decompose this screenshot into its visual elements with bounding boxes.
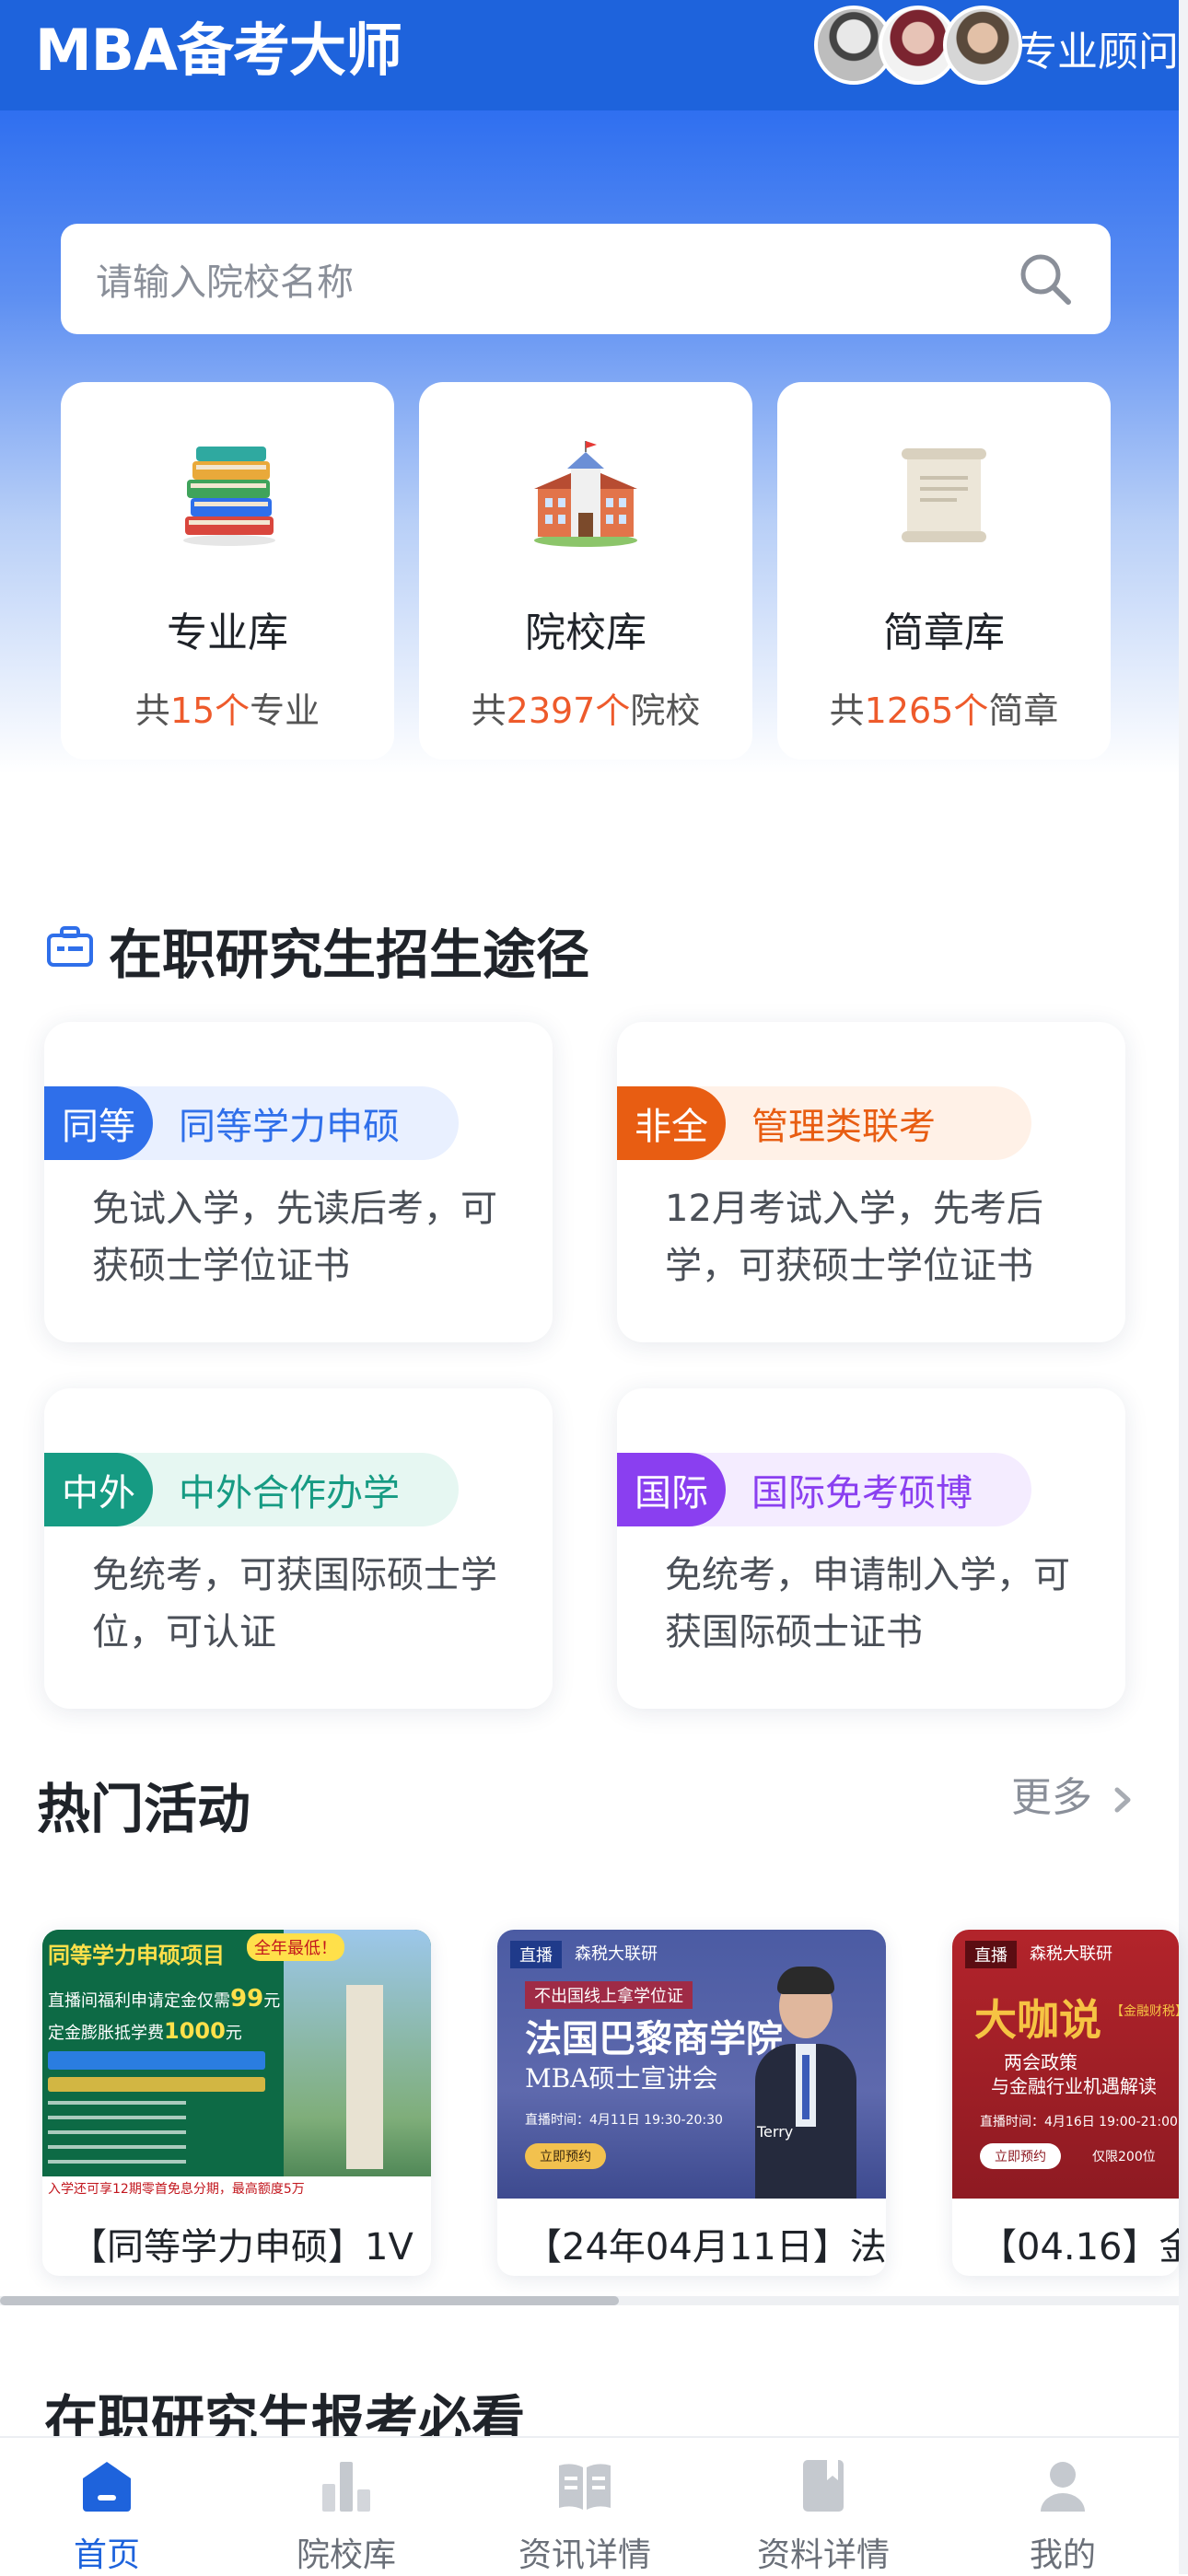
home-icon bbox=[83, 2462, 131, 2512]
banner-line: 直播间福利申请定金仅需99元 bbox=[48, 1985, 281, 2013]
event-banner: 直播 森税大联研 大咖说 【金融财税】 两会政策 与金融行业机遇解读 直播时间：… bbox=[952, 1930, 1179, 2199]
live-badge: 直播 bbox=[965, 1941, 1017, 1968]
route-card-sino-foreign[interactable]: 中外 中外合作办学 免统考，可获国际硕士学位，可认证 bbox=[44, 1388, 553, 1709]
tab-profile[interactable]: 我的 bbox=[971, 2456, 1155, 2576]
tab-label: 院校库 bbox=[296, 2536, 396, 2574]
more-link[interactable]: 更多 bbox=[1011, 1764, 1135, 1823]
library-count: 共15个专业 bbox=[134, 690, 320, 731]
event-card[interactable]: 直播 森税大联研 大咖说 【金融财税】 两会政策 与金融行业机遇解读 直播时间：… bbox=[952, 1930, 1179, 2276]
event-title: 【24年04月11日】法 bbox=[525, 2226, 886, 2269]
tab-label: 资料详情 bbox=[756, 2536, 890, 2574]
scroll-edge bbox=[1179, 0, 1188, 2574]
route-tag: 同等 bbox=[44, 1086, 153, 1160]
route-label: 管理类联考 bbox=[751, 1106, 936, 1148]
tab-label: 首页 bbox=[73, 2536, 140, 2574]
banner-headline: MBA硕士宣讲会 bbox=[525, 2063, 718, 2094]
live-badge: 直播 bbox=[510, 1941, 562, 1968]
route-tag-row: 中外 中外合作办学 bbox=[44, 1453, 459, 1526]
banner-headline: 与金融行业机遇解读 bbox=[991, 2075, 1157, 2097]
search-placeholder: 请输入院校名称 bbox=[96, 261, 354, 304]
route-label: 同等学力申硕 bbox=[179, 1106, 400, 1148]
route-tag-row: 非全 管理类联考 bbox=[617, 1086, 1031, 1160]
banner-side: 【金融财税】 bbox=[1111, 2004, 1179, 2019]
book-icon bbox=[803, 2460, 844, 2512]
banner-note: 仅限200位 bbox=[1092, 2150, 1156, 2164]
news-icon bbox=[559, 2464, 611, 2510]
tab-home[interactable]: 首页 bbox=[15, 2456, 199, 2576]
route-card-international[interactable]: 国际 国际免考硕博 免统考，申请制入学，可获国际硕士证书 bbox=[617, 1388, 1125, 1709]
app-header: MBA备考大师 专业顾问 bbox=[0, 0, 1179, 110]
banner-badge: 全年最低！ bbox=[247, 1933, 344, 1961]
route-card-equivalent[interactable]: 同等 同等学力申硕 免试入学，先读后考，可获硕士学位证书 bbox=[44, 1022, 553, 1342]
profile-icon bbox=[1041, 2462, 1085, 2512]
route-tag-row: 国际 国际免考硕博 bbox=[617, 1453, 1031, 1526]
tab-news[interactable]: 资讯详情 bbox=[493, 2456, 677, 2576]
banner-heading: 同等学力申硕项目 bbox=[48, 1943, 225, 1968]
consultant-link[interactable]: 专业顾问 bbox=[1017, 18, 1179, 77]
brand-name: 森税大联研 bbox=[575, 1944, 658, 1964]
reserve-button: 立即预约 bbox=[980, 2143, 1061, 2169]
banner-footer: 入学还可享12期零首免息分期，最高额度5万 bbox=[42, 2176, 431, 2199]
brand-name: 森税大联研 bbox=[1030, 1944, 1112, 1964]
school-building-icon bbox=[534, 441, 637, 547]
bottom-tab-bar: 首页 院校库 资讯详情 资料详情 我的 bbox=[0, 2436, 1179, 2574]
speaker-name: Terry bbox=[757, 2123, 794, 2141]
event-banner: 直播 森税大联研 不出国线上拿学位证 法国巴黎商学院 MBA硕士宣讲会 直播时间… bbox=[497, 1930, 886, 2199]
search-input[interactable]: 请输入院校名称 bbox=[61, 224, 1111, 334]
route-tag-row: 同等 同等学力申硕 bbox=[44, 1086, 459, 1160]
banner-sub: 不出国线上拿学位证 bbox=[525, 1981, 693, 2009]
routes-section-title: 在职研究生招生途径 bbox=[109, 923, 590, 986]
route-description: 12月考试入学，先考后学，可获硕士学位证书 bbox=[665, 1188, 1043, 1287]
event-card[interactable]: 直播 森税大联研 不出国线上拿学位证 法国巴黎商学院 MBA硕士宣讲会 直播时间… bbox=[497, 1930, 886, 2276]
banner-headline: 大咖说 bbox=[974, 1995, 1101, 2045]
tab-schools[interactable]: 院校库 bbox=[254, 2456, 438, 2576]
banner-line: 定金膨胀抵学费1000元 bbox=[48, 2018, 242, 2044]
event-banner: 同等学力申硕项目 全年最低！ 直播间福利申请定金仅需99元 定金膨胀抵学费100… bbox=[42, 1930, 431, 2199]
banner-headline: 两会政策 bbox=[1004, 2051, 1077, 2073]
events-section-title: 热门活动 bbox=[37, 1778, 251, 1840]
library-card-schools[interactable]: 院校库 共2397个院校 bbox=[419, 382, 752, 760]
library-name: 院校库 bbox=[525, 609, 646, 656]
tab-label: 资讯详情 bbox=[518, 2536, 651, 2574]
consultant-avatars[interactable] bbox=[814, 6, 1022, 85]
route-label: 中外合作办学 bbox=[179, 1472, 400, 1514]
scrollbar-thumb[interactable] bbox=[0, 2296, 619, 2305]
app-title: MBA备考大师 bbox=[35, 17, 402, 84]
banner-time: 直播时间：4月16日 19:00-21:00 bbox=[980, 2115, 1178, 2129]
avatar bbox=[943, 6, 1022, 85]
reserve-button: 立即预约 bbox=[525, 2143, 606, 2169]
search-icon[interactable] bbox=[1015, 249, 1076, 309]
library-card-majors[interactable]: 专业库 共15个专业 bbox=[61, 382, 394, 760]
library-count: 共1265个简章 bbox=[829, 690, 1059, 731]
scroll-icon bbox=[902, 448, 986, 542]
chevron-right-icon bbox=[1114, 1787, 1131, 1813]
event-title: 【04.16】金 bbox=[980, 2226, 1179, 2269]
route-card-joint-exam[interactable]: 非全 管理类联考 12月考试入学，先考后学，可获硕士学位证书 bbox=[617, 1022, 1125, 1342]
library-card-brochures[interactable]: 简章库 共1265个简章 bbox=[777, 382, 1111, 760]
library-name: 专业库 bbox=[167, 609, 288, 656]
chart-icon bbox=[322, 2462, 370, 2512]
route-description: 免统考，可获国际硕士学位，可认证 bbox=[92, 1554, 497, 1654]
library-count: 共2397个院校 bbox=[471, 690, 701, 731]
tab-label: 我的 bbox=[1029, 2536, 1096, 2574]
banner-headline: 法国巴黎商学院 bbox=[525, 2017, 783, 2060]
route-label: 国际免考硕博 bbox=[751, 1472, 973, 1514]
briefcase-icon bbox=[47, 926, 93, 967]
event-title: 【同等学力申硕】1V bbox=[70, 2226, 413, 2269]
route-description: 免统考，申请制入学，可获国际硕士证书 bbox=[665, 1554, 1070, 1654]
event-card[interactable]: 同等学力申硕项目 全年最低！ 直播间福利申请定金仅需99元 定金膨胀抵学费100… bbox=[42, 1930, 431, 2276]
banner-time: 直播时间：4月11日 19:30-20:30 bbox=[525, 2113, 723, 2128]
more-label: 更多 bbox=[1011, 1774, 1092, 1821]
library-name: 简章库 bbox=[883, 609, 1005, 656]
route-tag: 非全 bbox=[617, 1086, 726, 1160]
books-icon bbox=[183, 447, 275, 546]
route-tag: 国际 bbox=[617, 1453, 726, 1526]
tab-materials[interactable]: 资料详情 bbox=[731, 2456, 915, 2576]
route-description: 免试入学，先读后考，可获硕士学位证书 bbox=[92, 1188, 497, 1287]
route-tag: 中外 bbox=[44, 1453, 153, 1526]
